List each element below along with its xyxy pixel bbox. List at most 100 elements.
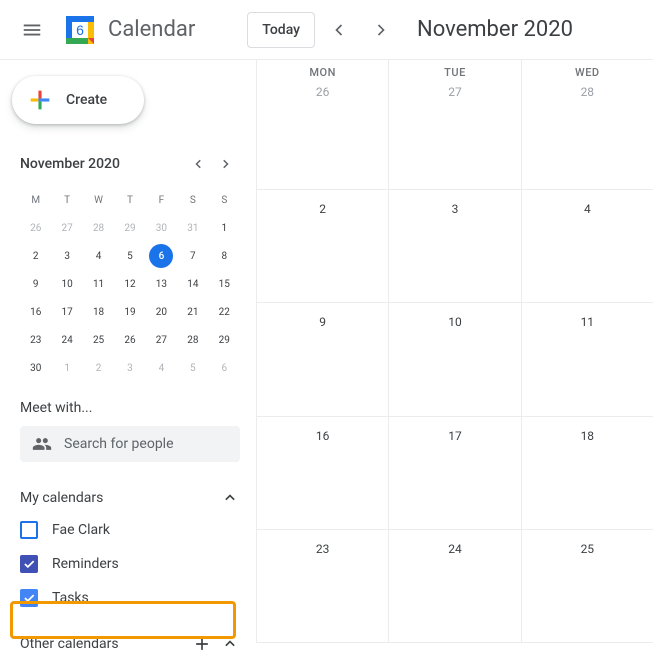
grid-row: 16 17 18 [257,417,653,530]
mini-day[interactable]: 17 [51,298,82,326]
chevron-right-icon [371,20,391,40]
mini-day[interactable]: 2 [83,354,114,382]
mini-day[interactable]: 15 [209,270,240,298]
mini-day[interactable]: 28 [177,326,208,354]
prev-period-button[interactable] [321,12,357,48]
mini-day[interactable]: 30 [146,214,177,242]
day-cell[interactable]: WED 28 [522,60,653,189]
day-cell[interactable]: 24 [389,530,521,642]
grid-row: MON26 TUE 27 WED 28 [257,60,653,190]
mini-day[interactable]: 27 [146,326,177,354]
mini-dow: W [83,186,114,214]
calendar-item[interactable]: Fae Clark [20,514,240,546]
people-icon [32,434,52,454]
day-cell[interactable]: 9 [257,303,389,415]
mini-day[interactable]: 27 [51,214,82,242]
day-cell[interactable]: 18 [522,417,653,529]
search-people-input[interactable]: Search for people [20,426,240,462]
today-button[interactable]: Today [247,12,315,48]
mini-prev-month-button[interactable] [184,150,212,178]
other-calendars-header[interactable]: Other calendars [20,630,240,658]
mini-day[interactable]: 31 [177,214,208,242]
mini-day[interactable]: 29 [209,326,240,354]
day-cell[interactable]: 23 [257,530,389,642]
calendar-item[interactable]: Reminders [20,548,240,580]
mini-day[interactable]: 18 [83,298,114,326]
grid-row: 232425 [257,530,653,643]
mini-day[interactable]: 26 [20,214,51,242]
mini-day[interactable]: 21 [177,298,208,326]
my-calendars-header[interactable]: My calendars [20,484,240,512]
day-number: 28 [581,85,595,99]
mini-dow: T [114,186,145,214]
svg-text:6: 6 [76,22,84,38]
mini-day[interactable]: 28 [83,214,114,242]
mini-day[interactable]: 26 [114,326,145,354]
app-logo-group[interactable]: 6 Calendar [60,10,195,50]
mini-day[interactable]: 6 [149,244,173,268]
create-button[interactable]: Create [12,76,144,124]
calendar-checkbox[interactable] [20,555,38,573]
mini-day[interactable]: 19 [114,298,145,326]
mini-day[interactable]: 29 [114,214,145,242]
mini-day[interactable]: 24 [51,326,82,354]
mini-day[interactable]: 5 [114,242,145,270]
mini-day[interactable]: 9 [20,270,51,298]
day-number: 17 [448,429,462,443]
day-cell[interactable]: MON26 [257,60,389,189]
mini-day[interactable]: 13 [146,270,177,298]
day-cell[interactable]: 17 [389,417,521,529]
mini-day[interactable]: 22 [209,298,240,326]
app-title: Calendar [108,17,195,42]
mini-day[interactable]: 16 [20,298,51,326]
mini-day[interactable]: 3 [51,242,82,270]
day-cell[interactable]: 3 [389,190,521,302]
mini-day[interactable]: 6 [209,354,240,382]
mini-day[interactable]: 2 [20,242,51,270]
next-period-button[interactable] [363,12,399,48]
day-number: 2 [319,202,326,216]
day-cell[interactable]: TUE 27 [389,60,521,189]
day-cell[interactable]: 16 [257,417,389,529]
mini-day[interactable]: 5 [177,354,208,382]
mini-day[interactable]: 1 [209,214,240,242]
mini-calendar-title: November 2020 [20,156,120,172]
day-of-week: TUE [444,66,466,79]
mini-day[interactable]: 7 [177,242,208,270]
calendar-item[interactable]: Tasks [20,582,240,614]
mini-next-month-button[interactable] [212,150,240,178]
day-cell[interactable]: 2 [257,190,389,302]
mini-day[interactable]: 30 [20,354,51,382]
main-menu-button[interactable] [8,6,56,54]
day-of-week: MON [309,66,336,79]
create-label: Create [66,92,107,108]
mini-day[interactable]: 25 [83,326,114,354]
grid-row: 91011 [257,303,653,416]
day-cell[interactable]: 25 [522,530,653,642]
mini-day[interactable]: 11 [83,270,114,298]
mini-day[interactable]: 20 [146,298,177,326]
mini-day[interactable]: 4 [83,242,114,270]
mini-day[interactable]: 3 [114,354,145,382]
day-cell[interactable]: 10 [389,303,521,415]
mini-day[interactable]: 10 [51,270,82,298]
mini-day[interactable]: 8 [209,242,240,270]
other-calendars-section: Other calendars [20,630,240,658]
grid-row: 2 34 [257,190,653,303]
day-cell[interactable]: 4 [522,190,653,302]
calendar-checkbox[interactable] [20,589,38,607]
day-of-week: WED [575,66,600,79]
hamburger-icon [21,19,43,41]
mini-day[interactable]: 14 [177,270,208,298]
plus-icon[interactable] [192,634,212,654]
chevron-up-icon [220,488,240,508]
day-cell[interactable]: 11 [522,303,653,415]
calendar-logo-icon: 6 [60,10,100,50]
mini-day[interactable]: 1 [51,354,82,382]
mini-day[interactable]: 23 [20,326,51,354]
mini-dow: T [51,186,82,214]
calendar-checkbox[interactable] [20,521,38,539]
day-number: 27 [448,85,462,99]
mini-day[interactable]: 12 [114,270,145,298]
mini-day[interactable]: 4 [146,354,177,382]
